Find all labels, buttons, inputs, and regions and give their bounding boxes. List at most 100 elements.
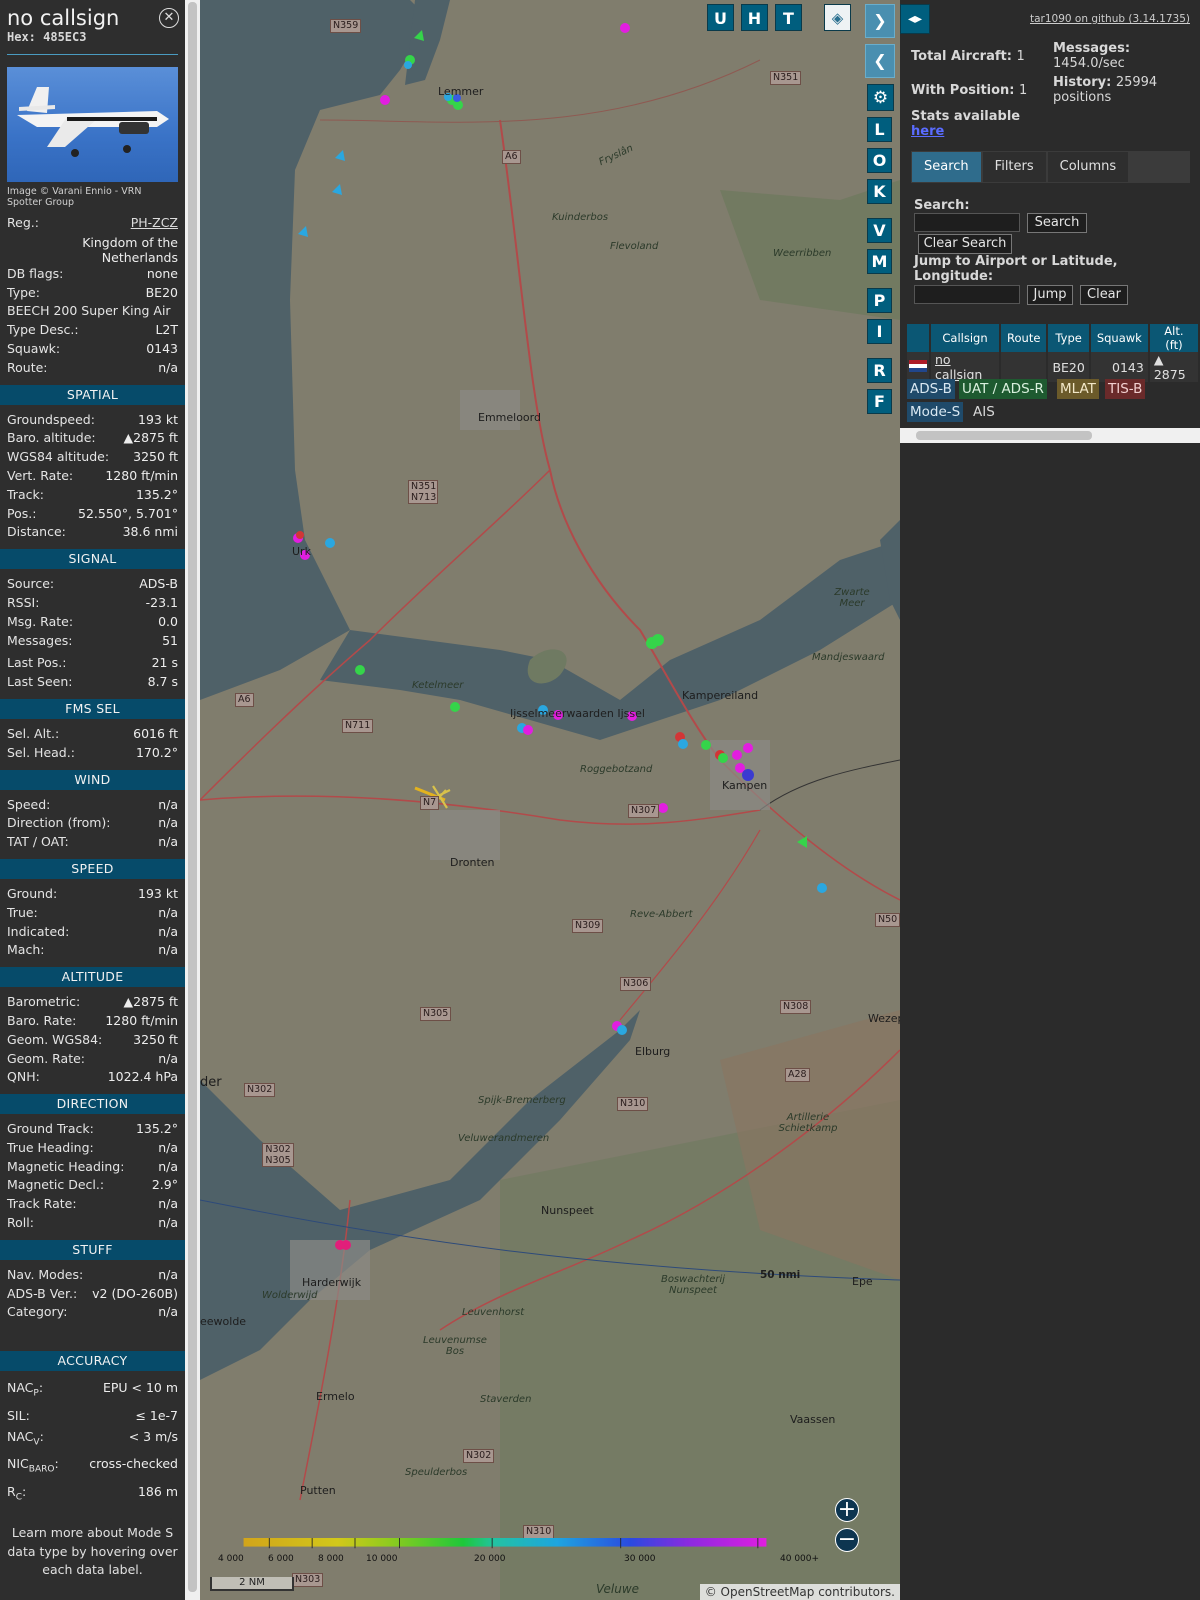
map-button-t[interactable]: T	[775, 4, 802, 31]
jump-button[interactable]: Jump	[1027, 285, 1073, 305]
section-header-signal: SIGNAL	[0, 549, 185, 570]
accuracy-value: ≤ 1e-7	[135, 1407, 178, 1423]
detail-label: ADS-B Ver.:	[7, 1285, 78, 1301]
clear-button[interactable]: Clear	[1080, 285, 1128, 305]
info-value: L2T	[155, 322, 178, 338]
map-view[interactable]: Lemmer Emmeloord Urk Dronten Kampen Elbu…	[200, 0, 900, 1600]
source-chip-adsb[interactable]: ADS-B	[907, 379, 955, 399]
collapse-left-icon[interactable]: ❮	[865, 44, 895, 78]
map-button-m[interactable]: M	[867, 249, 892, 274]
source-chip-uat[interactable]: UAT / ADS-R	[959, 379, 1047, 399]
altitude-color-scale	[243, 1538, 767, 1549]
github-link[interactable]: tar1090 on github (3.14.1735)	[1030, 13, 1190, 25]
column-header-type[interactable]: Type	[1047, 324, 1091, 352]
table-horizontal-scrollbar[interactable]	[900, 428, 1200, 443]
detail-row: TAT / OAT: n/a	[0, 833, 185, 852]
aircraft-photo[interactable]	[7, 67, 178, 182]
table-row[interactable]: no callsign BE20 0143 ▲ 2875	[907, 352, 1200, 382]
accuracy-value: < 3 m/s	[128, 1428, 178, 1444]
road-shield: N310	[617, 1097, 649, 1111]
clear-search-button[interactable]: Clear Search	[918, 234, 1012, 254]
detail-label: TAT / OAT:	[7, 834, 69, 850]
map-button-o[interactable]: O	[867, 148, 892, 173]
place-label: Veluwerandmeren	[458, 1133, 550, 1144]
scrollbar-thumb[interactable]	[916, 431, 1092, 440]
detail-label: Baro. altitude:	[7, 430, 96, 446]
detail-value: n/a	[158, 1196, 178, 1212]
map-button-p[interactable]: P	[867, 288, 892, 313]
detail-value: 3250 ft	[133, 1031, 178, 1047]
detail-row: Msg. Rate: 0.0	[0, 613, 185, 632]
accuracy-label-text: NIC	[7, 1456, 29, 1472]
search-input[interactable]	[914, 213, 1020, 232]
collapse-right-icon[interactable]: ❯	[865, 4, 895, 38]
history-stat: History: 25994 positions	[1053, 75, 1183, 105]
map-button-h[interactable]: H	[741, 4, 768, 31]
zoom-in-icon[interactable]: +	[835, 1498, 859, 1522]
left-panel-scrollbar[interactable]	[185, 0, 200, 1600]
with-position-value: 1	[1019, 83, 1028, 98]
road-shield: N7	[420, 796, 440, 810]
column-header-altitude[interactable]: Alt. (ft)	[1148, 324, 1200, 352]
scrollbar-thumb[interactable]	[188, 2, 197, 1592]
tab-search[interactable]: Search	[912, 152, 981, 182]
map-button-v[interactable]: V	[867, 218, 892, 243]
stats-label: Stats available	[911, 109, 1021, 124]
detail-value: n/a	[158, 1215, 178, 1231]
section-header-spatial: SPATIAL	[0, 384, 185, 405]
detail-value: n/a	[158, 923, 178, 939]
source-chip-mlat[interactable]: MLAT	[1057, 379, 1099, 399]
settings-gear-icon[interactable]: ⚙	[867, 84, 894, 111]
panel-split-arrows-icon[interactable]: ◂▸	[900, 4, 930, 34]
map-button-u[interactable]: U	[707, 4, 734, 31]
map-button-i[interactable]: I	[867, 319, 892, 344]
source-chip-tisb[interactable]: TIS-B	[1105, 379, 1146, 399]
column-header-squawk[interactable]: Squawk	[1089, 324, 1150, 352]
place-label: Reve-Abbert	[630, 909, 693, 920]
detail-label: Messages:	[7, 632, 73, 648]
detail-hex: Hex: 485EC3	[7, 30, 87, 44]
row-route	[1000, 352, 1049, 382]
column-header-route[interactable]: Route	[1000, 324, 1049, 352]
close-icon[interactable]: ✕	[159, 8, 179, 28]
accuracy-label: SIL:	[7, 1405, 30, 1426]
stats-available: Stats available here	[911, 109, 1021, 139]
zoom-out-icon[interactable]: −	[835, 1528, 859, 1552]
detail-value: 6016 ft	[133, 725, 178, 741]
jump-input[interactable]	[914, 285, 1020, 304]
tab-columns[interactable]: Columns	[1047, 152, 1129, 182]
column-header-callsign[interactable]: Callsign	[930, 324, 1002, 352]
section-header-stuff: STUFF	[0, 1239, 185, 1260]
road-shield: N307	[628, 804, 660, 818]
map-button-l[interactable]: L	[867, 117, 892, 142]
info-row: BEECH 200 Super King Air	[0, 302, 185, 321]
detail-row: Speed: n/a	[0, 796, 185, 815]
search-button[interactable]: Search	[1027, 213, 1087, 233]
registration-link[interactable]: PH-ZCZ	[131, 214, 178, 233]
map-button-r[interactable]: R	[867, 358, 892, 383]
layers-icon[interactable]: ◈	[824, 4, 851, 31]
row-callsign[interactable]: no callsign	[930, 352, 1002, 382]
map-button-f[interactable]: F	[867, 389, 892, 414]
stats-link[interactable]: here	[911, 124, 944, 139]
map-button-k[interactable]: K	[867, 179, 892, 204]
detail-row: Direction (from): n/a	[0, 814, 185, 833]
place-label: Vaassen	[790, 1413, 836, 1426]
detail-row: Last Pos.: 21 s	[0, 654, 185, 673]
place-label: Wolderwijd	[262, 1290, 318, 1301]
tab-filters[interactable]: Filters	[982, 152, 1046, 182]
map-attribution[interactable]: © OpenStreetMap contributors.	[699, 1584, 900, 1600]
source-chip-ais[interactable]: AIS	[970, 402, 998, 422]
detail-label: Source:	[7, 576, 55, 592]
accuracy-value: EPU < 10 m	[102, 1380, 178, 1396]
detail-value: n/a	[158, 1139, 178, 1155]
flag-column-header[interactable]	[907, 324, 931, 352]
alt-scale-tick: 8 000	[318, 1554, 344, 1564]
detail-value: 52.550°, 5.701°	[78, 505, 178, 521]
road-shield: N302	[463, 1449, 495, 1463]
source-chip-modes[interactable]: Mode-S	[907, 402, 964, 422]
map-scale-bar: 2 NM	[210, 1577, 294, 1591]
row-altitude: ▲ 2875	[1148, 352, 1200, 382]
detail-value: n/a	[158, 815, 178, 831]
